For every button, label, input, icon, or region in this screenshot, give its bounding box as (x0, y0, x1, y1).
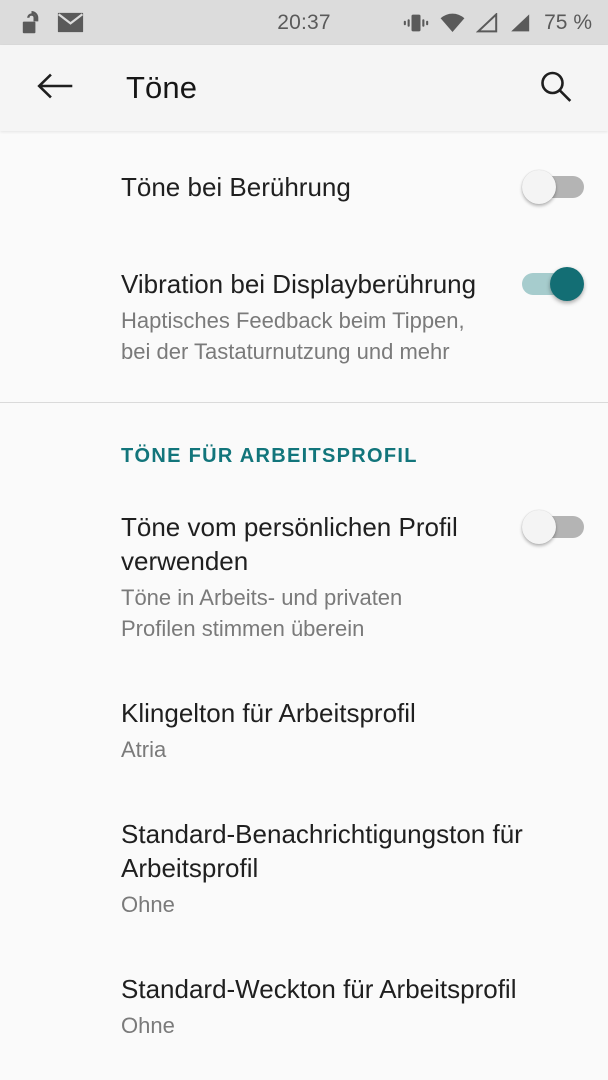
pref-title: Vibration bei Displayberührung (121, 269, 477, 299)
section-divider (0, 402, 608, 403)
signal-empty-icon (476, 12, 498, 33)
app-toolbar: Töne (0, 45, 608, 131)
pref-title: Klingelton für Arbeitsprofil (121, 698, 416, 728)
pref-title: Standard-Benachrichtigungston für Arbeit… (121, 819, 523, 883)
status-bar-left-icons (22, 10, 84, 35)
pref-touch-sounds[interactable]: Töne bei Berührung (0, 157, 608, 217)
phone-screen: 20:37 75 % Töne Töne bei Berührung Vibra… (0, 0, 608, 1080)
pref-work-notification-sound[interactable]: Standard-Benachrichtigungston für Arbeit… (0, 817, 608, 920)
pref-vibration-on-touch[interactable]: Vibration bei Displayberührung Haptische… (0, 267, 608, 367)
page-title: Töne (126, 70, 198, 105)
pref-summary: Ohne (121, 892, 175, 917)
pref-vibration-text: Vibration bei Displayberührung Haptische… (121, 267, 492, 367)
switch-touch-sounds[interactable] (522, 170, 584, 204)
pref-work-alarm-sound[interactable]: Standard-Weckton für Arbeitsprofil Ohne (0, 972, 608, 1041)
pref-work-ringtone[interactable]: Klingelton für Arbeitsprofil Atria (0, 696, 608, 765)
email-envelope-icon (57, 12, 84, 33)
pref-work-ringtone-text: Klingelton für Arbeitsprofil Atria (121, 696, 584, 765)
pref-personal-text: Töne vom persönlichen Profil verwenden T… (121, 510, 492, 644)
search-button[interactable] (528, 61, 582, 115)
pref-touch-sounds-text: Töne bei Berührung (121, 170, 492, 204)
status-bar-right-icons: 75 % (403, 11, 592, 35)
pref-personal-control (492, 510, 584, 544)
pref-work-notification-text: Standard-Benachrichtigungston für Arbeit… (121, 817, 584, 920)
switch-knob (522, 510, 556, 544)
pref-summary: Ohne (121, 1013, 175, 1038)
back-arrow-icon (37, 71, 73, 106)
pref-work-alarm-text: Standard-Weckton für Arbeitsprofil Ohne (121, 972, 584, 1041)
switch-knob (550, 267, 584, 301)
switch-use-personal-profile-sounds[interactable] (522, 510, 584, 544)
settings-list[interactable]: Töne bei Berührung Vibration bei Display… (0, 131, 608, 1080)
vibrate-icon (403, 13, 429, 33)
search-icon (538, 69, 572, 108)
unlocked-padlock-icon (22, 10, 43, 35)
switch-vibration-on-touch[interactable] (522, 267, 584, 301)
pref-title: Standard-Weckton für Arbeitsprofil (121, 974, 517, 1004)
pref-title: Töne vom persönlichen Profil verwenden (121, 512, 458, 576)
battery-percentage: 75 % (544, 10, 592, 34)
pref-title: Töne bei Berührung (121, 172, 351, 202)
back-button[interactable] (28, 61, 82, 115)
pref-summary: Töne in Arbeits- und privaten Profilen s… (121, 585, 403, 641)
signal-full-icon (509, 13, 531, 33)
status-bar-clock: 20:37 (277, 10, 331, 34)
section-header-work-profile: Töne für Arbeitsprofil (121, 445, 418, 467)
status-bar: 20:37 75 % (0, 0, 608, 45)
pref-touch-sounds-control (492, 170, 584, 204)
wifi-icon (440, 13, 465, 33)
pref-use-personal-profile-sounds[interactable]: Töne vom persönlichen Profil verwenden T… (0, 510, 608, 644)
switch-knob (522, 170, 556, 204)
pref-summary: Haptisches Feedback beim Tippen, bei der… (121, 308, 465, 364)
pref-summary: Atria (121, 737, 167, 762)
pref-vibration-control (492, 267, 584, 301)
